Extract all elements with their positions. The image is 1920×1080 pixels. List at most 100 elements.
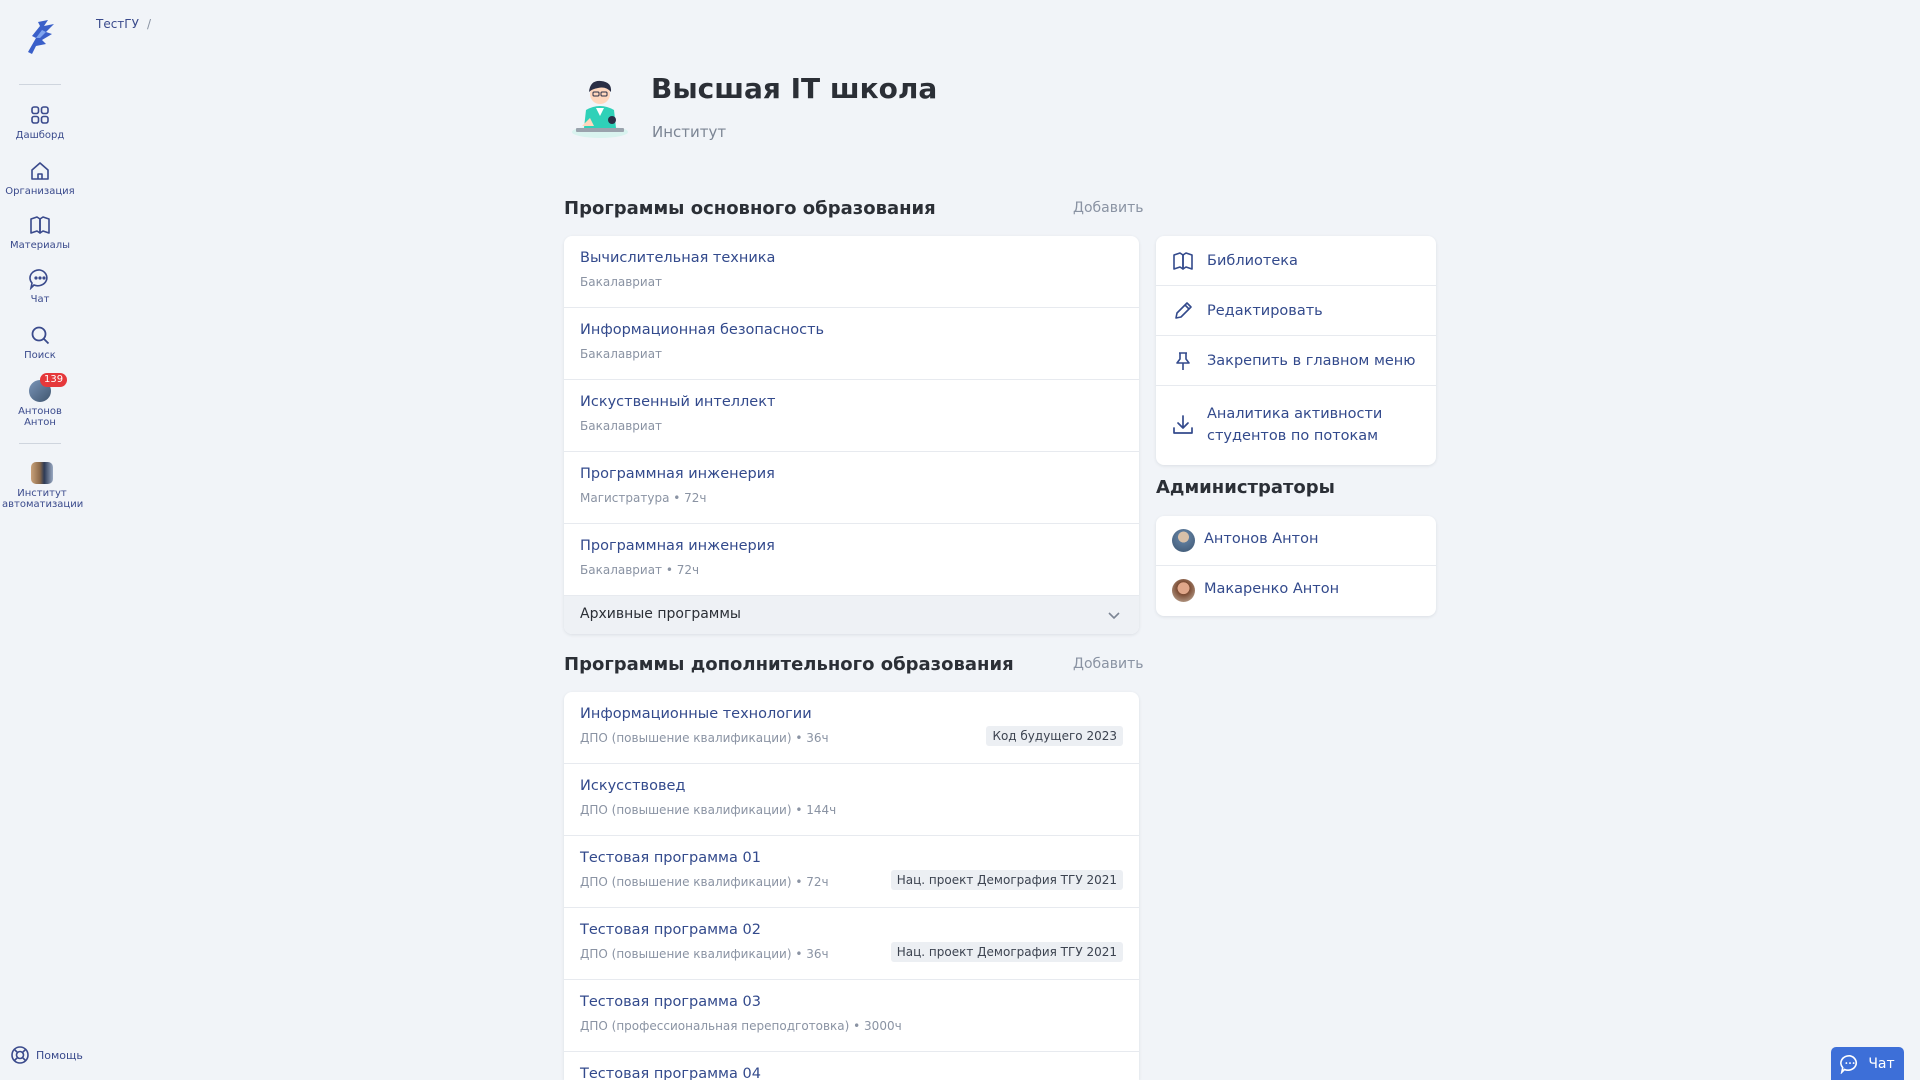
dashboard-icon [29,104,51,126]
program-subtitle: ДПО (повышение квалификации) • 36ч [580,947,829,961]
main-programs-add-button[interactable]: Добавить [1073,200,1143,216]
chat-icon [1840,1054,1858,1074]
list-item[interactable]: Информационные технологии ДПО (повышение… [564,692,1139,764]
admin-name: Макаренко Антон [1204,581,1340,597]
main-programs-title: Программы основного образования [564,198,936,219]
download-icon [1173,415,1193,434]
list-item[interactable]: Тестовая программа 02 ДПО (повышение ква… [564,908,1139,980]
program-title: Вычислительная техника [580,250,776,266]
pin-icon [1176,352,1190,370]
chevron-down-icon [1108,612,1120,620]
sidebar-item-search[interactable]: Поиск [0,324,80,361]
chat-button-label: Чат [1868,1055,1895,1072]
page-title: Высшая IT школа [651,72,938,105]
sidebar-item-label: Дашборд [15,130,65,141]
sidebar-item-profile[interactable]: Антонов Антон [0,380,80,428]
pencil-icon [1175,302,1192,319]
extra-programs-title: Программы дополнительного образования [564,654,1014,675]
action-label: Библиотека [1207,253,1298,269]
sidebar-item-label: Чат [30,294,50,305]
program-title: Программная инженерия [580,466,775,482]
program-subtitle: Бакалавриат [580,275,663,289]
admin-item[interactable]: Макаренко Антон [1156,566,1436,616]
logo-icon[interactable] [22,18,58,56]
page-subtitle: Институт [652,123,727,141]
program-title: Программная инженерия [580,538,775,554]
help-label: Помощь [36,1048,83,1062]
sidebar-item-label: Поиск [24,350,56,361]
program-subtitle: Магистратура • 72ч [580,491,707,505]
notification-badge: 139 [40,373,68,387]
institute-illustration [568,70,632,142]
admin-name: Антонов Антон [1204,531,1319,547]
list-item[interactable]: Тестовая программа 04 [564,1052,1139,1080]
sidebar: Дашборд Организация Материалы Чат Поиск … [0,0,84,1080]
program-subtitle: ДПО (профессиональная переподготовка) • … [580,1019,902,1033]
list-item[interactable]: Программная инженерия Магистратура • 72ч [564,452,1139,524]
sidebar-divider [19,443,61,444]
sidebar-institute-label: Институт автоматизации [2,488,84,510]
program-title: Информационные технологии [580,706,812,722]
program-subtitle: Бакалавриат [580,419,663,433]
avatar [1172,579,1195,602]
edit-button[interactable]: Редактировать [1156,286,1436,336]
program-subtitle: Бакалавриат [580,347,663,361]
admins-title: Администраторы [1156,477,1335,498]
list-item[interactable]: Искуственный интеллект Бакалавриат [564,380,1139,452]
program-title: Искуственный интеллект [580,394,776,410]
list-item[interactable]: Программная инженерия Бакалавриат • 72ч [564,524,1139,596]
extra-programs-add-button[interactable]: Добавить [1073,656,1143,672]
book-icon [1173,252,1193,270]
program-tag: Нац. проект Демография ТГУ 2021 [890,870,1123,890]
program-subtitle: ДПО (повышение квалификации) • 36ч [580,731,829,745]
program-title: Тестовая программа 04 [580,1066,761,1080]
archive-label: Архивные программы [580,606,741,622]
sidebar-item-chat[interactable]: Чат [0,268,80,305]
main-programs-list: Вычислительная техника Бакалавриат Инфор… [564,236,1139,634]
sidebar-user-label: Антонов Антон [18,406,62,428]
action-label: Закрепить в главном меню [1207,353,1416,369]
pin-button[interactable]: Закрепить в главном меню [1156,336,1436,386]
program-tag: Код будущего 2023 [986,726,1123,746]
action-label: Редактировать [1207,303,1323,319]
list-item[interactable]: Вычислительная техника Бакалавриат [564,236,1139,308]
chat-button[interactable]: Чат [1831,1047,1904,1080]
breadcrumb-root[interactable]: ТестГУ [96,17,139,31]
lifebuoy-icon [11,1046,29,1064]
breadcrumb: ТестГУ / [96,17,151,31]
institute-avatar [31,462,53,484]
actions-panel: Библиотека Редактировать Закрепить в гла… [1156,236,1436,465]
program-tag: Нац. проект Демография ТГУ 2021 [890,942,1123,962]
program-subtitle: ДПО (повышение квалификации) • 144ч [580,803,837,817]
list-item[interactable]: Тестовая программа 01 ДПО (повышение ква… [564,836,1139,908]
library-button[interactable]: Библиотека [1156,236,1436,286]
home-icon [29,160,51,182]
sidebar-item-dashboard[interactable]: Дашборд [0,104,80,141]
admin-item[interactable]: Антонов Антон [1156,516,1436,566]
admins-list: Антонов Антон Макаренко Антон [1156,516,1436,616]
analytics-button[interactable]: Аналитика активности студентов по потока… [1156,386,1436,465]
list-item[interactable]: Искусствовед ДПО (повышение квалификации… [564,764,1139,836]
sidebar-item-materials[interactable]: Материалы [0,214,80,251]
sidebar-item-institute[interactable]: Институт автоматизации [2,462,84,510]
sidebar-item-label: Материалы [10,240,70,251]
help-link[interactable]: Помощь [10,1045,83,1065]
program-title: Искусствовед [580,778,686,794]
extra-programs-list: Информационные технологии ДПО (повышение… [564,692,1139,1080]
program-title: Тестовая программа 03 [580,994,761,1010]
action-label: Аналитика активности студентов по потока… [1207,406,1383,444]
program-title: Информационная безопасность [580,322,825,338]
chat-icon [29,268,51,291]
program-title: Тестовая программа 02 [580,922,761,938]
list-item[interactable]: Информационная безопасность Бакалавриат [564,308,1139,380]
search-icon [29,324,51,346]
sidebar-item-organization[interactable]: Организация [0,160,80,197]
list-item[interactable]: Тестовая программа 03 ДПО (профессиональ… [564,980,1139,1052]
sidebar-divider [19,84,61,85]
book-icon [29,214,51,236]
program-title: Тестовая программа 01 [580,850,761,866]
archive-programs-toggle[interactable]: Архивные программы [564,596,1139,634]
program-subtitle: Бакалавриат • 72ч [580,563,700,577]
avatar [1172,529,1195,552]
program-subtitle: ДПО (повышение квалификации) • 72ч [580,875,829,889]
